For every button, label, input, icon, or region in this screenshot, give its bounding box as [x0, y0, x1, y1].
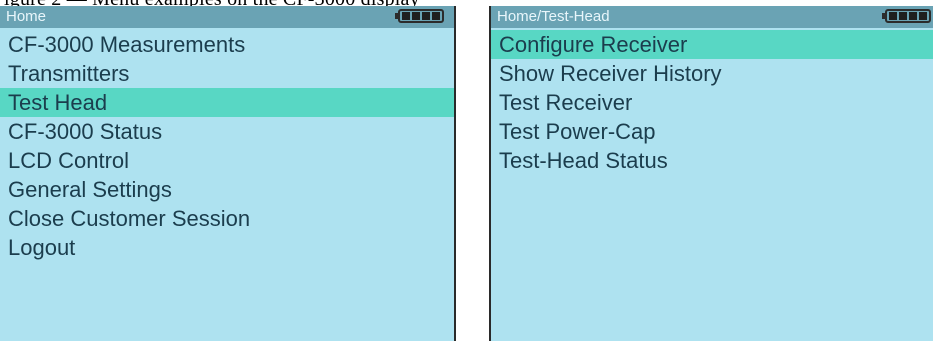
menu-item-cf3000-measurements[interactable]: CF-3000 Measurements	[0, 30, 454, 59]
menu-item-transmitters[interactable]: Transmitters	[0, 59, 454, 88]
menu-item-general-settings[interactable]: General Settings	[0, 175, 454, 204]
menu-item-test-receiver[interactable]: Test Receiver	[491, 88, 933, 117]
menu-item-configure-receiver[interactable]: Configure Receiver	[491, 30, 933, 59]
battery-full-icon	[395, 9, 444, 23]
menu-item-test-power-cap[interactable]: Test Power-Cap	[491, 117, 933, 146]
title-bar: Home/Test-Head	[491, 6, 933, 28]
menu-item-logout[interactable]: Logout	[0, 233, 454, 262]
menu-item-close-customer-session[interactable]: Close Customer Session	[0, 204, 454, 233]
breadcrumb: Home/Test-Head	[497, 8, 610, 25]
home-screen: Home CF-3000 Measurements Transmitters T…	[0, 6, 456, 341]
breadcrumb: Home	[6, 8, 47, 25]
menu-item-test-head-status[interactable]: Test-Head Status	[491, 146, 933, 175]
title-bar: Home	[0, 6, 454, 28]
home-menu: CF-3000 Measurements Transmitters Test H…	[0, 30, 454, 262]
menu-item-show-receiver-history[interactable]: Show Receiver History	[491, 59, 933, 88]
test-head-screen: Home/Test-Head Configure Receiver Show R…	[489, 6, 933, 341]
menu-item-lcd-control[interactable]: LCD Control	[0, 146, 454, 175]
menu-item-test-head[interactable]: Test Head	[0, 88, 454, 117]
test-head-menu: Configure Receiver Show Receiver History…	[491, 30, 933, 175]
battery-full-icon	[882, 9, 931, 23]
menu-item-cf3000-status[interactable]: CF-3000 Status	[0, 117, 454, 146]
